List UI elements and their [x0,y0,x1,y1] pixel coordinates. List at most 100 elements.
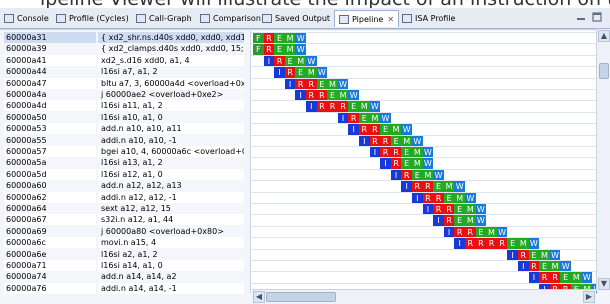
instruction-address: 60000a5a [4,157,96,169]
instruction-row[interactable]: 60000a57 bgei a10, 4, 60000a6c <overload+… [4,146,244,157]
instruction-row[interactable]: 60000a76 addi.n a14, a14, -1 [4,282,244,294]
vertical-scrollbar[interactable]: ▲ ▼ [596,29,610,291]
instruction-row[interactable]: 60000a39{ xd2_clamps.d40s xdd0, xdd0, 15… [4,43,244,55]
instruction-address: 60000a5d [4,168,96,180]
instruction-address: 60000a60 [4,180,96,192]
pipeline-stage-cell: M [412,158,423,170]
pipeline-stage-cell: M [454,192,465,204]
tab-isa-profile[interactable]: ISA Profile [402,10,455,26]
pipeline-stage-cell: R [263,33,275,44]
pipeline-stage-cell: R [475,238,487,250]
instruction-row[interactable]: 60000a47 bltu a7, 3, 60000a4d <overload+0… [4,77,244,89]
pipeline-stage-cell: R [316,101,328,113]
instruction-row[interactable]: 60000a41 xd2_s.d16 xdd0, a1, 4 [4,54,244,66]
pipeline-stage-cell: W [306,55,317,67]
tab-label-profile: Profile (Cycles) [69,13,129,23]
instruction-row[interactable]: 60000a44 l16si a7, a1, 2 [4,66,244,78]
pipeline-stage-cell: F [253,33,264,44]
pipeline-stage-cell: M [327,78,338,90]
pipeline-stage-cell: R [539,272,550,284]
console-icon [4,13,14,23]
pipeline-stage-cell: I [518,261,529,272]
pipeline-stage-cell: R [348,112,359,124]
instruction-address: 60000a4d [4,100,96,112]
pipeline-stage-cell: E [316,78,328,90]
profile-icon [56,13,66,23]
scroll-up-icon[interactable]: ▲ [598,30,610,42]
instruction-row[interactable]: 60000a50 l16si a10, a1, 0 [4,111,244,123]
pipeline-stage-cell: R [443,215,455,227]
instruction-row[interactable]: 60000a67 s32i.n a12, a1, 44 [4,214,244,226]
instruction-text: addi.n a12, a12, -1 [98,191,244,203]
pipeline-stage-cell: R [518,249,529,261]
instruction-row[interactable]: 60000a69 j 60000a80 <overload+0x80> [4,225,244,237]
vertical-scroll-thumb[interactable] [599,63,609,79]
tab-pipeline[interactable]: Pipeline ✕ [334,10,400,27]
tab-profile-cycles[interactable]: Profile (Cycles) [56,10,129,26]
instruction-row[interactable]: 60000a74 add.n a14, a14, a2 [4,271,244,283]
instruction-row[interactable]: 60000a53 add.n a10, a10, a11 [4,123,244,135]
tab-label-saved-output: Saved Output [275,13,331,23]
pipeline-diagram: FREMWFREMWIREMWIREMWIRREMWIRREMWIRRREMWI… [250,31,597,293]
pipeline-stage-cell: R [380,135,391,147]
pipeline-stage-cell: R [316,90,328,101]
instruction-row[interactable]: 60000a6c movi.n a15, 4 [4,237,244,249]
pipeline-stage-cell: M [465,215,476,227]
horizontal-scrollbar[interactable]: ◀ ▶ [252,289,596,304]
instruction-row[interactable]: 60000a55 addi.n a10, a10, -1 [4,134,244,146]
view-tab-bar: Console Profile (Cycles) Call-Graph Comp… [0,8,610,29]
instruction-row[interactable]: 60000a62 addi.n a12, a12, -1 [4,191,244,203]
row-divider [251,123,597,125]
instruction-address: 60000a57 [4,146,96,157]
pipeline-stage-cell: W [401,124,412,136]
row-divider [251,225,597,227]
pipeline-stage-cell: R [412,181,423,193]
instruction-row[interactable]: 60000a60 add.n a12, a12, a13 [4,180,244,192]
pipeline-stage-cell: R [274,55,285,67]
instruction-row[interactable]: 60000a5d l16si a12, a1, 0 [4,168,244,180]
scroll-right-icon[interactable]: ▶ [583,291,595,303]
instruction-row[interactable]: 60000a71 l16si a14, a1, 0 [4,260,244,271]
pipeline-stage-cell: M [412,147,423,158]
pipeline-stage-cell: W [316,67,328,79]
saved-output-icon [262,13,272,23]
instruction-text: add.n a10, a10, a11 [98,123,244,135]
instruction-row[interactable]: 60000a4a j 60000ae2 <overload+0xe2> [4,89,244,100]
instruction-text: l16si a12, a1, 0 [98,168,244,180]
pipeline-stage-cell: R [359,124,370,136]
minimize-icon[interactable] [576,12,586,22]
pipeline-stage-cell: R [295,78,306,90]
maximize-icon[interactable] [592,12,602,22]
instruction-address: 60000a41 [4,54,96,66]
horizontal-scroll-thumb[interactable] [266,292,336,302]
instruction-text: s32i.n a12, a1, 44 [98,214,244,226]
pipeline-stage-cell: I [433,215,444,227]
pipeline-stage-cell: I [422,204,434,215]
instruction-row[interactable]: 60000a6e l16si a2, a1, 2 [4,248,244,260]
instruction-text: { xd2_clamps.d40s xdd0, xdd0, 15; [98,43,244,55]
tab-call-graph[interactable]: Call-Graph [136,10,192,26]
tab-saved-output[interactable]: Saved Output [262,10,330,26]
instruction-address: 60000a6e [4,248,96,260]
instruction-row[interactable]: 60000a64 sext a12, a12, 15 [4,203,244,214]
scroll-down-icon[interactable]: ▼ [598,278,610,290]
pipeline-stage-cell: M [295,55,306,67]
instruction-row[interactable]: 60000a4d l16si a11, a1, 2 [4,100,244,112]
pipeline-icon [339,14,349,24]
instruction-row[interactable]: 60000a5a l16si a13, a1, 2 [4,157,244,169]
close-icon[interactable]: ✕ [387,15,394,24]
pipeline-stage-cell: R [306,78,317,90]
scroll-left-icon[interactable]: ◀ [253,291,265,303]
tab-label-pipeline: Pipeline [352,14,384,24]
instruction-address: 60000a4a [4,89,96,100]
pipeline-stage-cell: W [369,101,381,113]
pipeline-stage-cell: M [306,67,317,79]
pipeline-stage-cell: R [528,261,540,272]
instruction-row[interactable]: 60000a31{ xd2_shr.ns.d40s xdd0, xdd0, xd… [4,32,244,43]
instruction-text: j 60000a80 <overload+0x80> [98,225,244,237]
tab-label-comparison: Comparison [213,13,261,23]
pipeline-stage-cell: I [359,135,370,147]
tab-console[interactable]: Console [4,10,49,26]
pipeline-stage-cell: R [369,135,381,147]
tab-comparison[interactable]: Comparison [200,10,261,26]
